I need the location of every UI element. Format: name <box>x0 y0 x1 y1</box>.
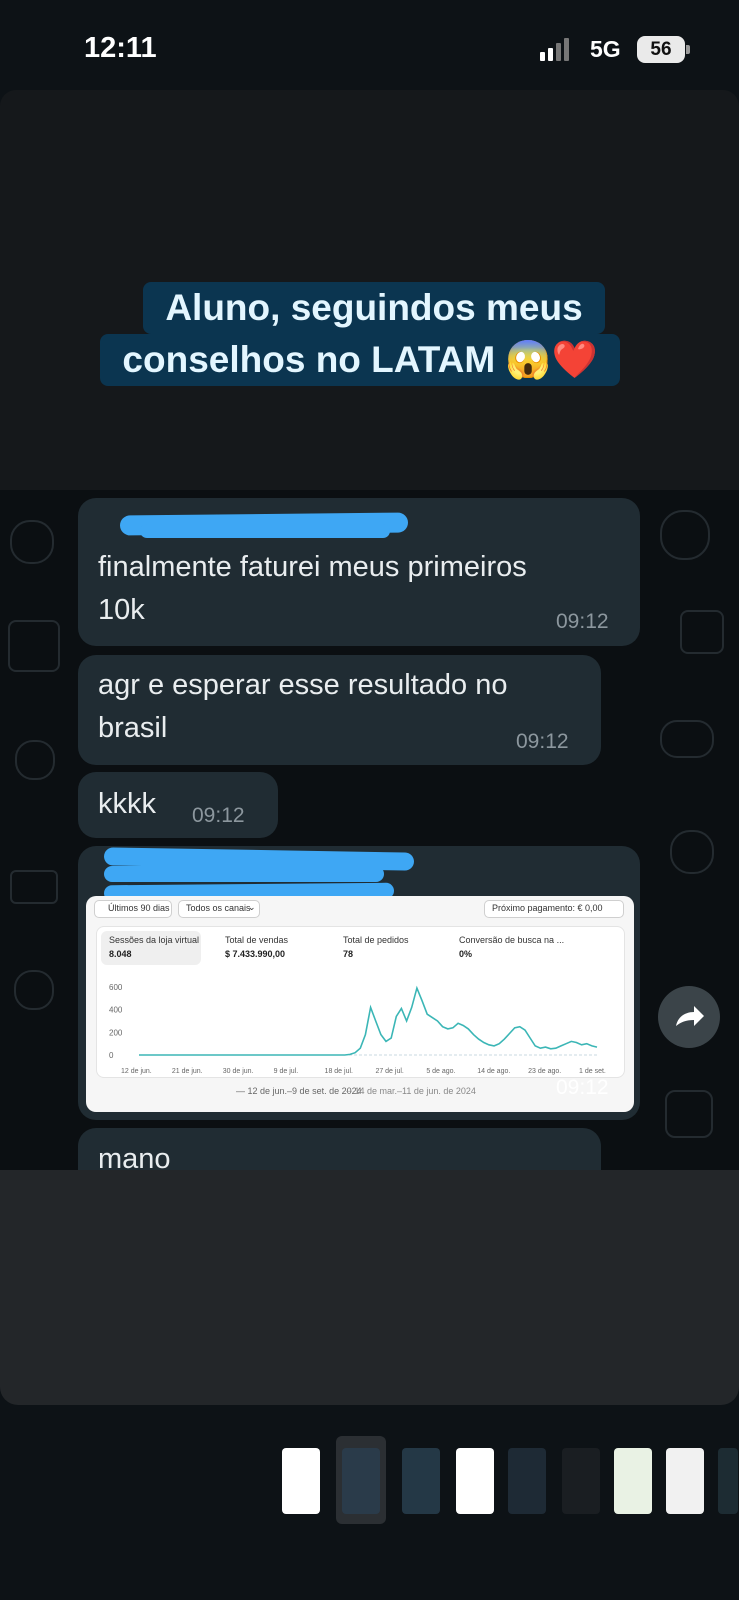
doodle-decoration <box>10 870 58 904</box>
forward-button[interactable] <box>658 986 720 1048</box>
story-thumbnail[interactable] <box>402 1448 440 1514</box>
story-thumbnail[interactable] <box>508 1448 546 1514</box>
legend-current: — 12 de jun.–9 de set. de 2024 <box>236 1086 362 1096</box>
message-text: finalmente faturei meus primeiros <box>98 551 527 583</box>
forward-icon <box>676 1006 704 1026</box>
message-time: 09:12 <box>556 610 609 633</box>
doodle-decoration <box>660 720 714 758</box>
doodle-decoration <box>660 510 710 560</box>
story-thumbnail[interactable] <box>282 1448 320 1514</box>
dashboard-screenshot[interactable]: Últimos 90 dias Todos os canais ⌄ Próxim… <box>86 896 634 1112</box>
date-range-label: Últimos 90 dias <box>108 903 170 913</box>
x-tick-label: 23 de ago. <box>528 1068 561 1075</box>
battery-icon: 56 <box>637 36 685 63</box>
story-thumbnail[interactable] <box>456 1448 494 1514</box>
sessions-line-chart: 600 400 200 0 12 de jun. 21 de jun. 30 de jun.… <box>109 983 606 1075</box>
story-thumbnail[interactable] <box>342 1448 380 1514</box>
y-tick-label: 0 <box>109 1051 114 1060</box>
x-tick-label: 1 de set. <box>579 1068 606 1075</box>
chevron-down-icon: ⌄ <box>248 902 256 912</box>
signal-icon <box>540 38 569 61</box>
x-tick-label: 12 de jun. <box>121 1068 152 1075</box>
x-tick-label: 21 de jun. <box>172 1068 203 1075</box>
redacted-name <box>104 866 384 882</box>
story-thumbnail[interactable] <box>666 1448 704 1514</box>
message-time: 09:12 <box>556 1076 609 1099</box>
caption-line-1: Aluno, seguindos meus <box>143 282 605 334</box>
x-tick-label: 14 de ago. <box>477 1068 510 1075</box>
x-tick-label: 18 de jul. <box>325 1068 353 1075</box>
network-label: 5G <box>590 36 621 62</box>
doodle-decoration <box>8 620 60 672</box>
message-text: agr e esperar esse resultado no <box>98 669 508 701</box>
x-tick-label: 27 de jul. <box>375 1068 403 1075</box>
story-caption: Aluno, seguindos meus conselhos no LATAM… <box>70 282 650 386</box>
doodle-decoration <box>10 520 54 564</box>
y-tick-label: 200 <box>109 1028 123 1037</box>
x-tick-label: 30 de jun. <box>223 1068 254 1075</box>
message-text: brasil <box>98 712 168 744</box>
story-thumbnail[interactable] <box>562 1448 600 1514</box>
channel-label: Todos os canais <box>186 903 251 913</box>
metrics-card: Sessões da loja virtual 8.048 Total de v… <box>96 926 625 1078</box>
series-line-current <box>139 985 598 1056</box>
payout-label: Próximo pagamento: € 0,00 <box>492 903 603 913</box>
caption-line-2: conselhos no LATAM 😱❤️ <box>100 334 620 386</box>
x-tick-label: 5 de ago. <box>426 1068 455 1075</box>
x-tick-label: 9 de jul. <box>274 1068 299 1075</box>
redacted-name <box>140 524 390 538</box>
y-tick-label: 400 <box>109 1006 123 1015</box>
message-text: 10k <box>98 594 145 626</box>
message-time: 09:12 <box>192 804 245 827</box>
doodle-decoration <box>15 740 55 780</box>
doodle-decoration <box>665 1090 713 1138</box>
story-thumbnail[interactable] <box>718 1448 738 1514</box>
y-tick-label: 600 <box>109 983 123 992</box>
story-bottom-panel <box>0 1170 739 1405</box>
battery-tip <box>686 45 690 54</box>
clock: 12:11 <box>84 32 157 64</box>
message-time: 09:12 <box>516 730 569 753</box>
message-text: kkkk <box>98 788 156 820</box>
legend-previous: -- 14 de mar.–11 de jun. de 2024 <box>346 1086 476 1096</box>
doodle-decoration <box>680 610 724 654</box>
doodle-decoration <box>670 830 714 874</box>
doodle-decoration <box>14 970 54 1010</box>
story-thumbnail[interactable] <box>614 1448 652 1514</box>
